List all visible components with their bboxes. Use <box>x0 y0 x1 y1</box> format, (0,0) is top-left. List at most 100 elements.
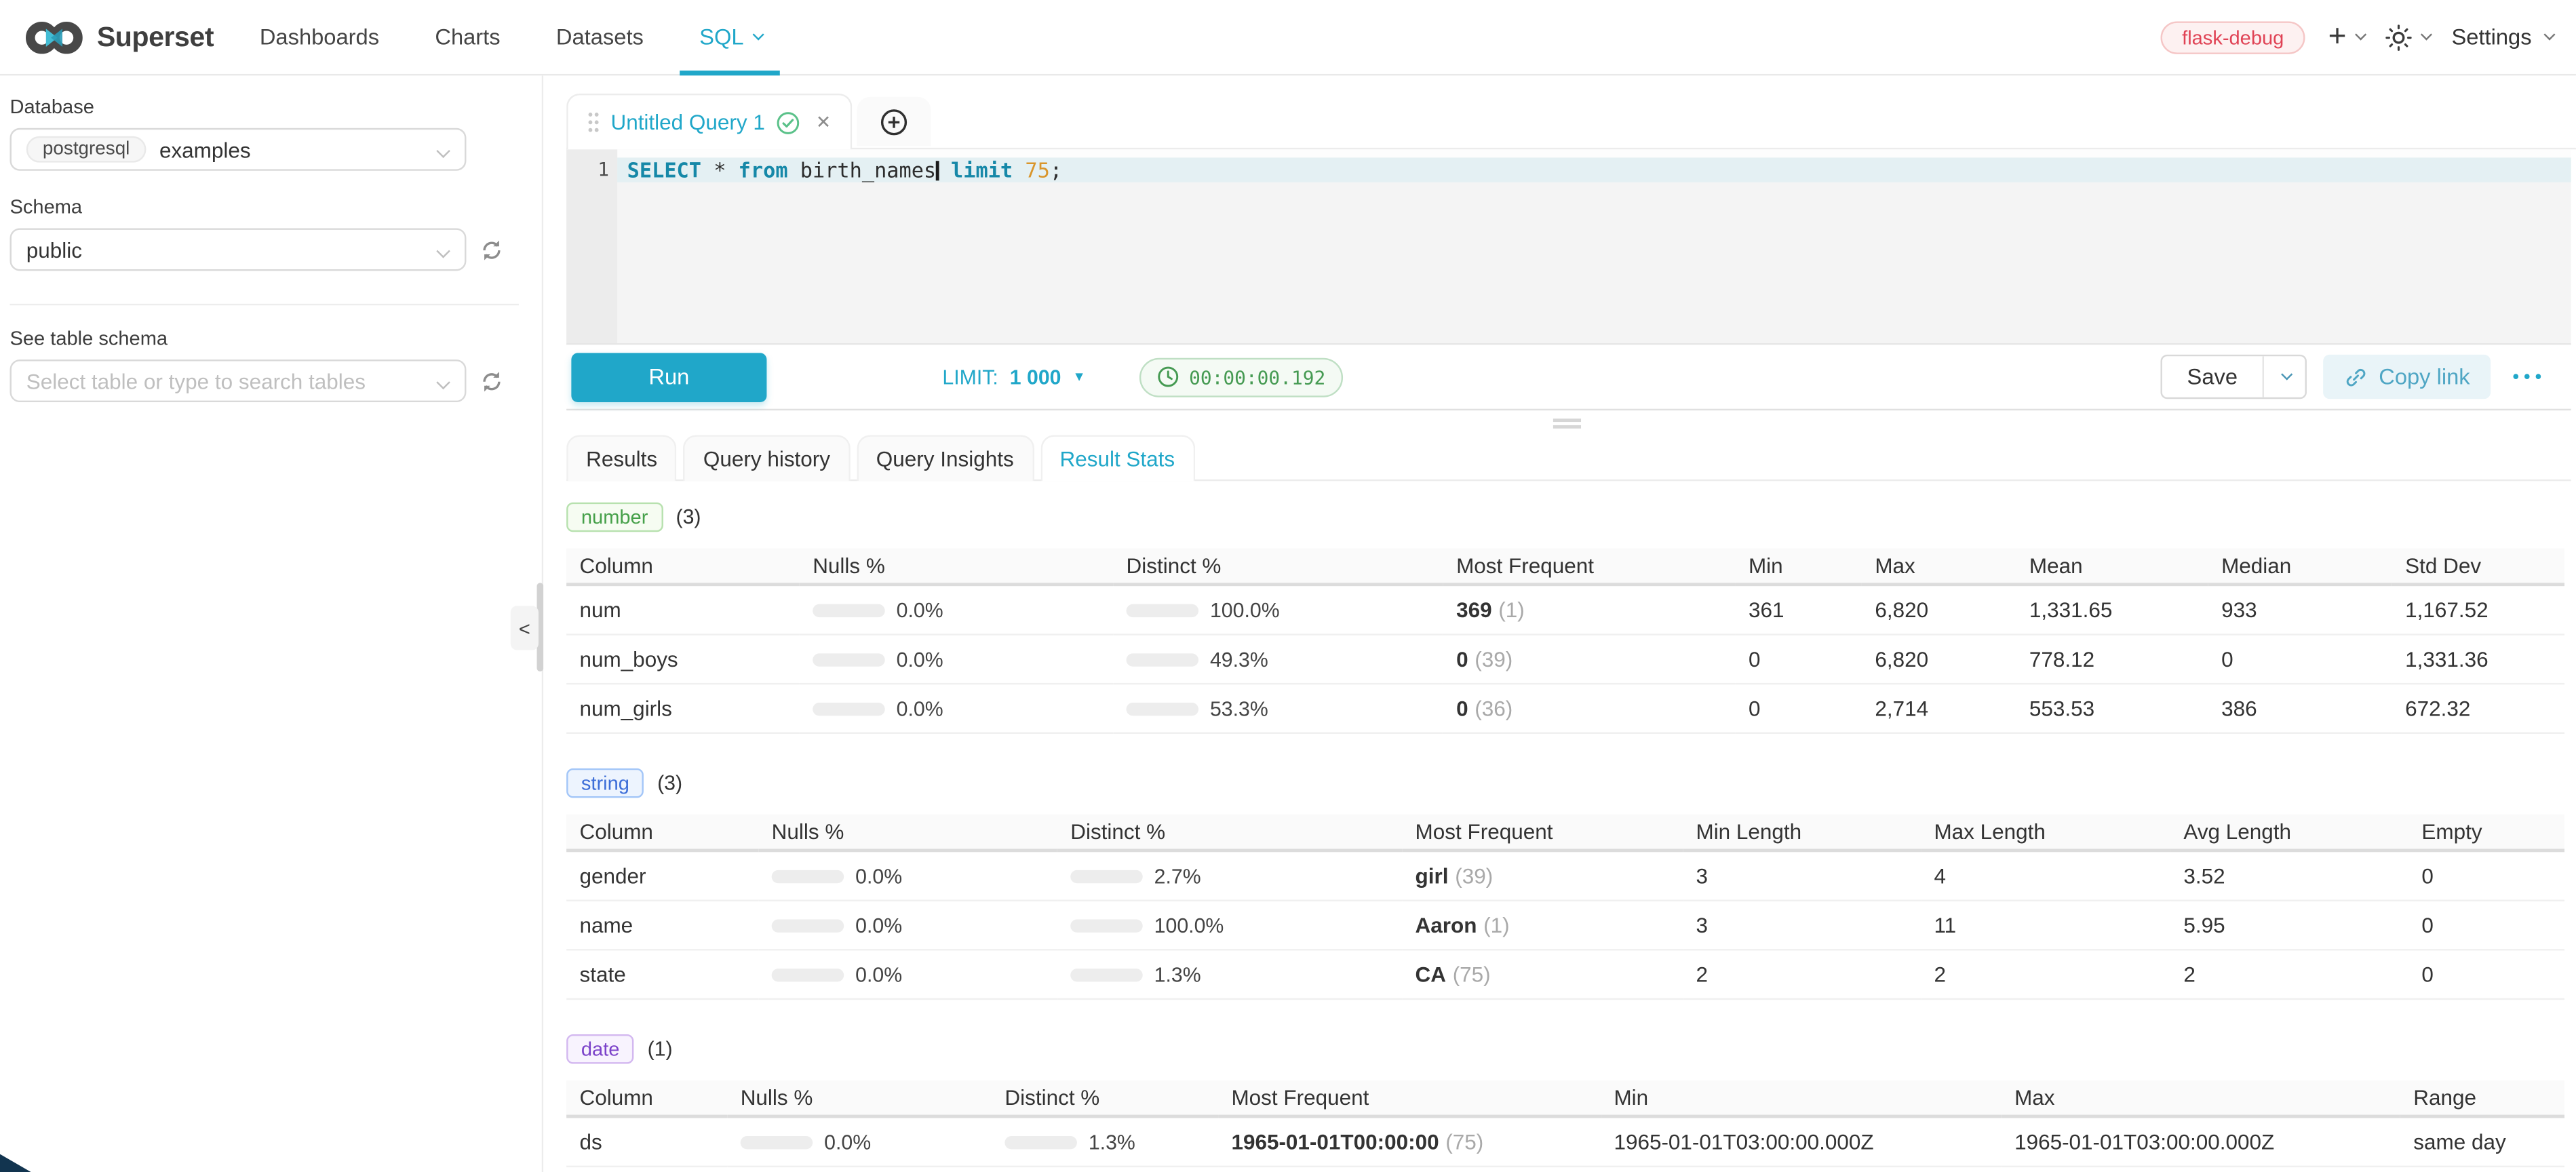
percent-value: 1.3% <box>1089 1131 1135 1154</box>
environment-badge: flask-debug <box>2161 20 2305 53</box>
stat-value-cell: 0 <box>2408 852 2564 901</box>
collapse-sidebar-button[interactable]: < <box>511 606 539 650</box>
pane-resize-handle[interactable] <box>1553 418 1581 431</box>
sqllab-sidebar: Database postgresql examples Schema publ… <box>0 75 542 1172</box>
stat-value-cell: 2,714 <box>1862 684 2016 734</box>
most-frequent-value: 0 <box>1456 647 1468 671</box>
stat-value-cell: 0 <box>1736 636 1862 685</box>
new-item-button[interactable]: + <box>2328 21 2363 52</box>
sql-token <box>1013 157 1025 182</box>
sql-editor[interactable]: 1 SELECT * from birth_names limit 75; <box>566 149 2571 345</box>
chevron-down-icon <box>2543 28 2555 40</box>
stat-value-cell: 11 <box>1921 901 2170 951</box>
stat-value-cell: 672.32 <box>2392 684 2564 734</box>
clock-icon <box>1158 366 1179 387</box>
settings-menu[interactable]: Settings <box>2451 24 2551 49</box>
column-name-cell: num_girls <box>566 684 800 734</box>
sqllab-main: Untitled Query 1 ✕ 1 SELECT * f <box>543 75 2576 1172</box>
column-header: Nulls % <box>800 548 1113 586</box>
column-name-cell: state <box>566 951 758 1000</box>
close-tab-icon[interactable]: ✕ <box>816 112 831 133</box>
chevron-down-icon <box>436 244 450 258</box>
plus-circle-icon <box>880 108 908 136</box>
refresh-schemas-icon[interactable] <box>480 237 504 262</box>
schema-select[interactable]: public <box>10 228 467 271</box>
percent-value: 100.0% <box>1210 598 1280 621</box>
chevron-down-icon <box>436 376 450 390</box>
table-select[interactable]: Select table or type to search tables <box>10 359 467 402</box>
column-header: Nulls % <box>758 815 1057 853</box>
editor-toolbar: Run LIMIT:1 000 ▼ 00:00:00.192 Save <box>566 345 2571 410</box>
percent-cell: 53.3% <box>1113 684 1443 734</box>
most-frequent-value: 369 <box>1456 598 1492 622</box>
drag-handle-icon <box>588 112 600 133</box>
nav-item-charts[interactable]: Charts <box>435 0 500 75</box>
column-header: Column <box>566 1080 727 1118</box>
refresh-tables-icon[interactable] <box>480 368 504 393</box>
elapsed-time: 00:00:00.192 <box>1189 366 1325 389</box>
most-frequent-cell: 1965-01-01T00:00:00(75) <box>1218 1118 1601 1167</box>
more-actions-button[interactable]: ••• <box>2513 367 2547 387</box>
column-header: Distinct % <box>1113 548 1443 586</box>
most-frequent-cell: 0(39) <box>1443 636 1736 685</box>
nav-right: flask-debug + Settings <box>2161 20 2552 53</box>
tab-query-history[interactable]: Query history <box>684 435 850 481</box>
database-select[interactable]: postgresql examples <box>10 128 467 171</box>
superset-logo[interactable]: Superset <box>24 19 214 55</box>
add-query-tab-button[interactable] <box>857 97 931 146</box>
progress-bar <box>1127 652 1199 665</box>
most-frequent-value: 1965-01-01T00:00:00 <box>1231 1129 1439 1154</box>
sql-token: SELECT <box>627 157 701 182</box>
most-frequent-count: (75) <box>1445 1129 1483 1154</box>
stat-value-cell: 933 <box>2208 586 2392 636</box>
column-header: Min <box>1736 548 1862 586</box>
result-tabs-bar: Results Query history Query Insights Res… <box>566 435 2571 481</box>
progress-bar <box>1070 870 1143 882</box>
save-options-button[interactable] <box>2262 356 2305 397</box>
stats-table-string: ColumnNulls %Distinct %Most FrequentMin … <box>566 815 2564 1000</box>
tab-result-stats[interactable]: Result Stats <box>1040 435 1194 481</box>
stats-section-date: date(1)ColumnNulls %Distinct %Most Frequ… <box>566 1034 2576 1167</box>
stat-value-cell: 3 <box>1683 901 1921 951</box>
stat-value-cell: 6,820 <box>1862 586 2016 636</box>
most-frequent-cell: 369(1) <box>1443 586 1736 636</box>
sql-token <box>726 157 738 182</box>
nav-item-datasets[interactable]: Datasets <box>556 0 644 75</box>
nav-item-dashboards[interactable]: Dashboards <box>260 0 379 75</box>
section-badge-row: string(3) <box>566 768 2576 798</box>
sql-token: limit <box>951 157 1013 182</box>
limit-dropdown[interactable]: LIMIT:1 000 ▼ <box>942 366 1085 389</box>
database-dialect-tag: postgresql <box>26 136 147 163</box>
column-header: Distinct % <box>992 1080 1218 1118</box>
section-badge-row: date(1) <box>566 1034 2576 1064</box>
percent-value: 0.0% <box>855 864 902 887</box>
column-name-cell: num <box>566 586 800 636</box>
infinity-logo-icon <box>24 19 83 55</box>
tab-query-insights[interactable]: Query Insights <box>857 435 1034 481</box>
percent-value: 2.7% <box>1154 864 1201 887</box>
percent-value: 0.0% <box>855 914 902 937</box>
link-icon <box>2344 366 2367 389</box>
percent-cell: 2.7% <box>1057 852 1402 901</box>
percent-value: 0.0% <box>897 598 943 621</box>
stat-value-cell: 1,331.36 <box>2392 636 2564 685</box>
stat-value-cell: 2 <box>1683 951 1921 1000</box>
save-button[interactable]: Save <box>2162 356 2262 397</box>
tab-results[interactable]: Results <box>566 435 677 481</box>
chevron-down-icon <box>2356 28 2367 40</box>
most-frequent-count: (36) <box>1475 696 1513 720</box>
sql-token: birth_names <box>788 157 937 182</box>
stat-value-cell: 0 <box>2408 951 2564 1000</box>
query-tab[interactable]: Untitled Query 1 ✕ <box>566 94 853 149</box>
percent-cell: 100.0% <box>1057 901 1402 951</box>
theme-toggle-button[interactable] <box>2386 24 2429 50</box>
column-header: Most Frequent <box>1443 548 1736 586</box>
copy-link-button[interactable]: Copy link <box>2323 355 2491 399</box>
chevron-down-icon <box>2281 369 2292 380</box>
most-frequent-count: (1) <box>1498 598 1524 622</box>
column-count: (3) <box>676 506 701 529</box>
nav-item-sql[interactable]: SQL <box>699 0 760 75</box>
run-query-button[interactable]: Run <box>571 352 766 402</box>
stat-value-cell: 1965-01-01T03:00:00.000Z <box>2002 1118 2400 1167</box>
most-frequent-cell: CA(75) <box>1402 951 1683 1000</box>
